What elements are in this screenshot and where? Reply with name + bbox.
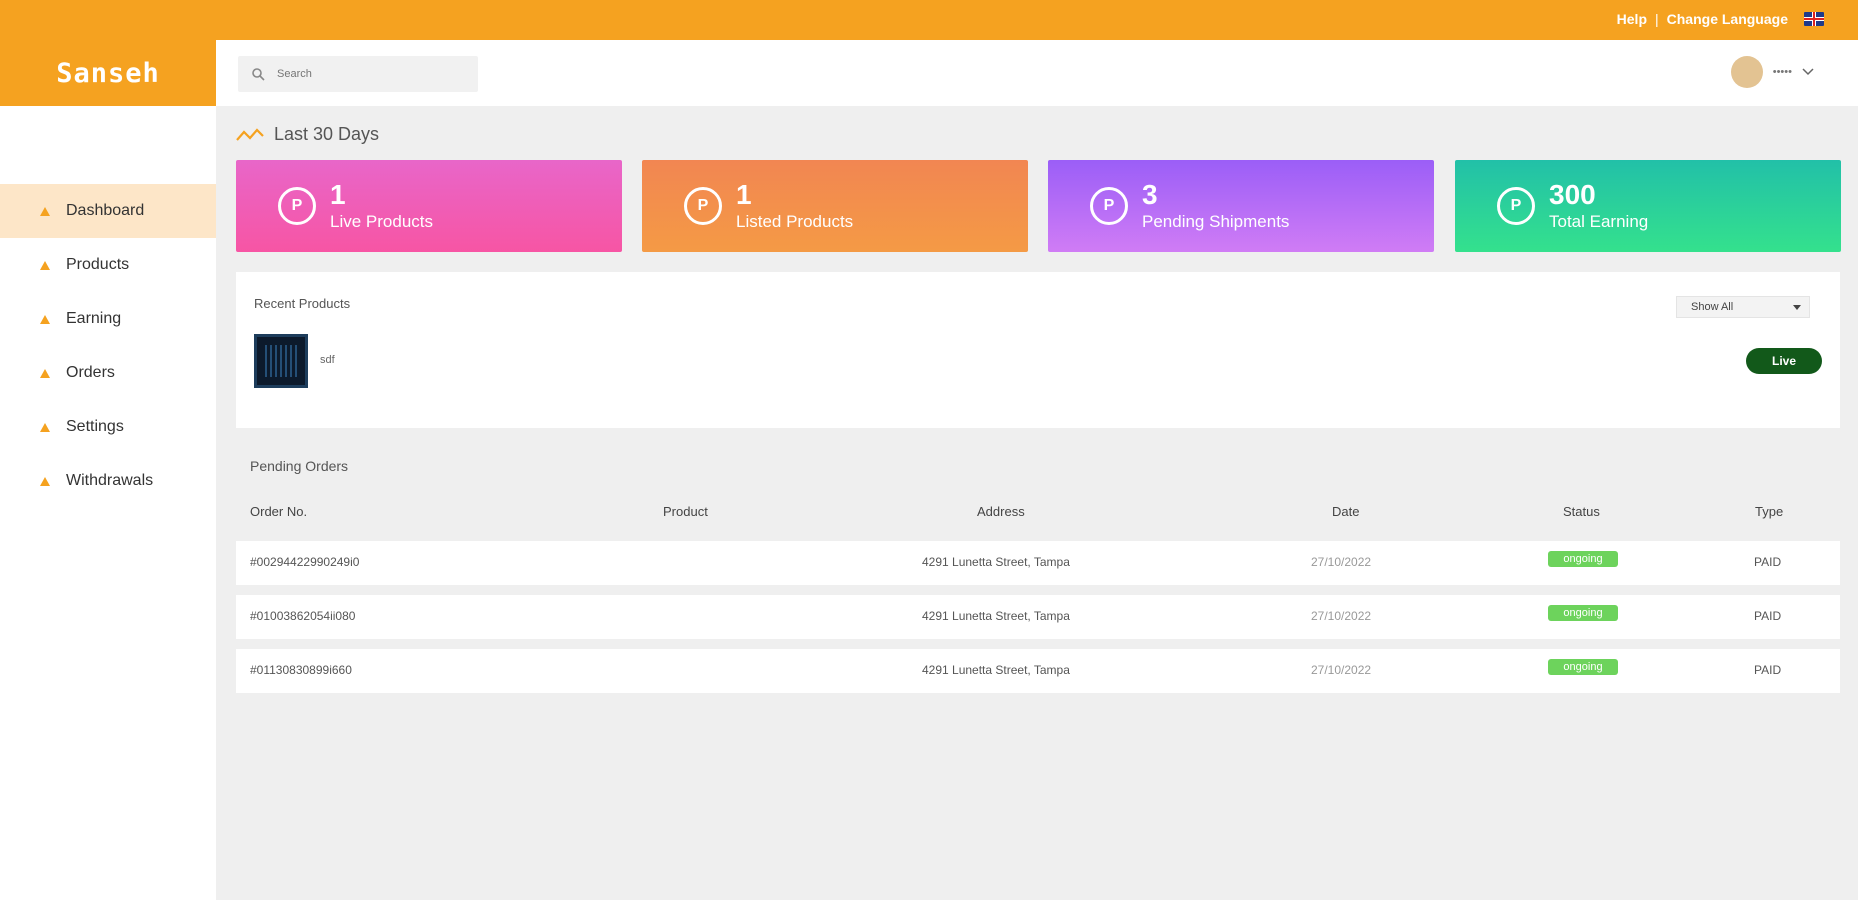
stat-value: 1 [330,178,346,210]
caret-down-icon [1793,304,1801,310]
user-menu[interactable]: ••••• [1730,56,1814,88]
stat-card-total-earning[interactable]: P 300 Total Earning [1455,160,1841,252]
status-badge: ongoing [1548,659,1618,675]
top-links: Help | Change Language [1617,11,1824,27]
stat-label: Total Earning [1549,211,1649,231]
column-header-date: Date [1332,504,1360,519]
table-row[interactable]: #01003862054ii080 4291 Lunetta Street, T… [236,595,1840,639]
order-date: 27/10/2022 [1311,555,1372,569]
bullet-icon [40,260,50,270]
recent-products-title: Recent Products [254,296,351,311]
section-title-text: Last 30 Days [274,124,380,144]
sidebar-item-label: Products [66,256,130,273]
bullet-icon [40,314,50,324]
sidebar: Dashboard Products Earning Orders Settin… [0,106,216,900]
sidebar-item-earning[interactable]: Earning [0,292,216,346]
avatar[interactable] [1730,56,1763,88]
brand-logo[interactable]: Sanseh [56,58,160,89]
column-header-order-no: Order No. [250,504,308,519]
coin-icon: P [1497,187,1535,225]
coin-icon: P [684,187,722,225]
search-icon [252,67,265,81]
order-date: 27/10/2022 [1311,663,1372,677]
sidebar-item-label: Withdrawals [66,472,154,489]
column-header-address: Address [977,504,1025,519]
bullet-icon [40,206,50,216]
column-header-type: Type [1755,504,1784,519]
column-header-status: Status [1563,504,1600,519]
bullet-icon [40,476,50,486]
order-address: 4291 Lunetta Street, Tampa [922,663,1070,677]
trend-line-icon [236,127,264,141]
link-separator: | [1655,11,1659,27]
order-address: 4291 Lunetta Street, Tampa [922,609,1070,623]
stat-label: Pending Shipments [1142,211,1290,231]
sidebar-item-label: Dashboard [66,202,145,219]
sidebar-item-withdrawals[interactable]: Withdrawals [0,454,216,508]
top-bar: Help | Change Language [0,0,1858,40]
stat-label: Live Products [330,211,433,231]
order-date: 27/10/2022 [1311,609,1372,623]
order-address: 4291 Lunetta Street, Tampa [922,555,1070,569]
sidebar-item-settings[interactable]: Settings [0,400,216,454]
stat-card-listed-products[interactable]: P 1 Listed Products [642,160,1028,252]
live-status-badge[interactable]: Live [1746,348,1822,374]
column-header-product: Product [663,504,708,519]
status-badge: ongoing [1548,605,1618,621]
bullet-icon [40,368,50,378]
section-title: Last 30 Days [236,124,379,145]
help-link[interactable]: Help [1617,11,1647,27]
recent-products-panel: Recent Products Show All sdf Live [236,272,1840,428]
sidebar-item-label: Earning [66,310,122,327]
search-box[interactable] [238,56,478,92]
sidebar-item-label: Orders [66,364,115,381]
product-name[interactable]: sdf [320,354,335,366]
order-type: PAID [1754,663,1782,677]
order-number: #00294422990249i0 [250,555,360,569]
stat-value: 300 [1549,178,1596,210]
order-number: #01003862054ii080 [250,609,356,623]
product-thumbnail[interactable] [254,334,308,388]
coin-icon: P [278,187,316,225]
logo-area[interactable]: Sanseh [0,40,216,106]
sidebar-item-orders[interactable]: Orders [0,346,216,400]
username[interactable]: ••••• [1773,66,1792,78]
status-badge: ongoing [1548,551,1618,567]
sidebar-item-products[interactable]: Products [0,238,216,292]
show-all-value: Show All [1691,301,1734,313]
stat-card-live-products[interactable]: P 1 Live Products [236,160,622,252]
order-type: PAID [1754,609,1782,623]
uk-flag-icon[interactable] [1804,12,1824,26]
order-type: PAID [1754,555,1782,569]
coin-icon: P [1090,187,1128,225]
stat-card-pending-shipments[interactable]: P 3 Pending Shipments [1048,160,1434,252]
sidebar-item-label: Settings [66,418,124,435]
pending-orders-title: Pending Orders [250,458,349,474]
stat-value: 1 [736,178,752,210]
bullet-icon [40,422,50,432]
stat-label: Listed Products [736,211,854,231]
change-language-link[interactable]: Change Language [1667,11,1788,27]
chevron-down-icon[interactable] [1802,68,1814,76]
order-number: #01130830899i660 [250,663,352,677]
search-input[interactable] [277,68,457,80]
table-row[interactable]: #00294422990249i0 4291 Lunetta Street, T… [236,541,1840,585]
sidebar-item-dashboard[interactable]: Dashboard [0,184,216,238]
show-all-select[interactable]: Show All [1676,296,1810,318]
header: ••••• [216,40,1858,106]
table-row[interactable]: #01130830899i660 4291 Lunetta Street, Ta… [236,649,1840,693]
stat-value: 3 [1142,178,1158,210]
